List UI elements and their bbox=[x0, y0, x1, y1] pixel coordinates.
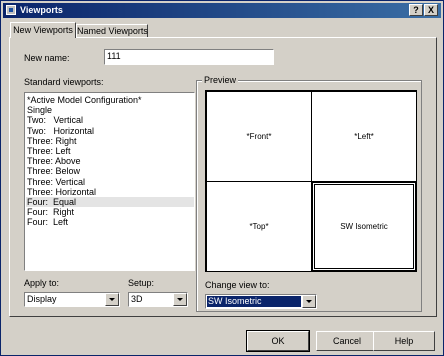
viewport-sw-isometric[interactable]: SW Isometric bbox=[311, 181, 417, 272]
list-item[interactable]: Four: Left bbox=[26, 217, 194, 227]
viewport-label: *Top* bbox=[249, 221, 269, 231]
list-item[interactable]: Two: Horizontal bbox=[26, 126, 194, 136]
tab-named-viewports[interactable]: Named Viewports bbox=[76, 24, 148, 38]
list-item[interactable]: Single bbox=[26, 105, 194, 115]
setup-select[interactable]: 3D bbox=[128, 292, 188, 307]
new-name-input[interactable]: 111 bbox=[104, 49, 274, 65]
viewport-label: *Front* bbox=[246, 131, 272, 141]
change-view-to-value: SW Isometric bbox=[207, 296, 301, 307]
preview-label: Preview bbox=[202, 75, 239, 85]
help-button[interactable]: Help bbox=[373, 331, 435, 351]
setup-label: Setup: bbox=[128, 278, 155, 288]
new-name-label: New name: bbox=[24, 53, 70, 63]
chevron-down-icon[interactable] bbox=[302, 295, 316, 308]
list-item[interactable]: Three: Right bbox=[26, 136, 194, 146]
list-item[interactable]: Three: Vertical bbox=[26, 177, 194, 187]
viewports-dialog: Viewports ? X New Viewports Named Viewpo… bbox=[0, 0, 444, 356]
apply-to-label: Apply to: bbox=[24, 278, 60, 288]
new-viewports-panel: New name: 111 Standard viewports: *Activ… bbox=[9, 37, 437, 317]
viewport-front[interactable]: *Front* bbox=[206, 91, 312, 182]
apply-to-select[interactable]: Display bbox=[24, 292, 120, 307]
title-bar[interactable]: Viewports ? X bbox=[3, 3, 441, 18]
viewport-top[interactable]: *Top* bbox=[206, 181, 312, 272]
change-view-to-label: Change view to: bbox=[205, 280, 270, 290]
chevron-down-icon[interactable] bbox=[173, 293, 187, 306]
list-item[interactable]: Three: Left bbox=[26, 146, 194, 156]
ok-button[interactable]: OK bbox=[246, 330, 310, 352]
app-icon bbox=[6, 5, 16, 15]
help-title-button[interactable]: ? bbox=[409, 4, 423, 16]
apply-to-value: Display bbox=[27, 294, 57, 304]
list-item[interactable]: Three: Horizontal bbox=[26, 187, 194, 197]
list-item[interactable]: Four: Right bbox=[26, 207, 194, 217]
list-item[interactable]: Three: Above bbox=[26, 156, 194, 166]
list-item[interactable]: Three: Below bbox=[26, 166, 194, 176]
close-title-button[interactable]: X bbox=[424, 4, 438, 16]
tab-new-viewports[interactable]: New Viewports bbox=[10, 22, 76, 38]
chevron-down-icon[interactable] bbox=[105, 293, 119, 306]
cancel-button[interactable]: Cancel bbox=[316, 331, 378, 351]
preview-area: *Front* *Left* *Top* SW Isometric bbox=[205, 90, 417, 272]
viewport-label: SW Isometric bbox=[340, 221, 388, 231]
list-item[interactable]: *Active Model Configuration* bbox=[26, 95, 194, 105]
standard-viewports-list[interactable]: *Active Model Configuration* Single Two:… bbox=[24, 92, 195, 271]
window-title: Viewports bbox=[20, 5, 63, 15]
standard-viewports-label: Standard viewports: bbox=[24, 77, 104, 87]
list-item-selected[interactable]: Four: Equal bbox=[26, 196, 194, 208]
list-item[interactable]: Two: Vertical bbox=[26, 115, 194, 125]
viewport-left[interactable]: *Left* bbox=[311, 91, 417, 182]
setup-value: 3D bbox=[131, 294, 143, 304]
viewport-label: *Left* bbox=[354, 131, 374, 141]
preview-group: Preview *Front* *Left* *Top* SW Isometri… bbox=[196, 75, 422, 312]
change-view-to-select[interactable]: SW Isometric bbox=[205, 294, 317, 309]
